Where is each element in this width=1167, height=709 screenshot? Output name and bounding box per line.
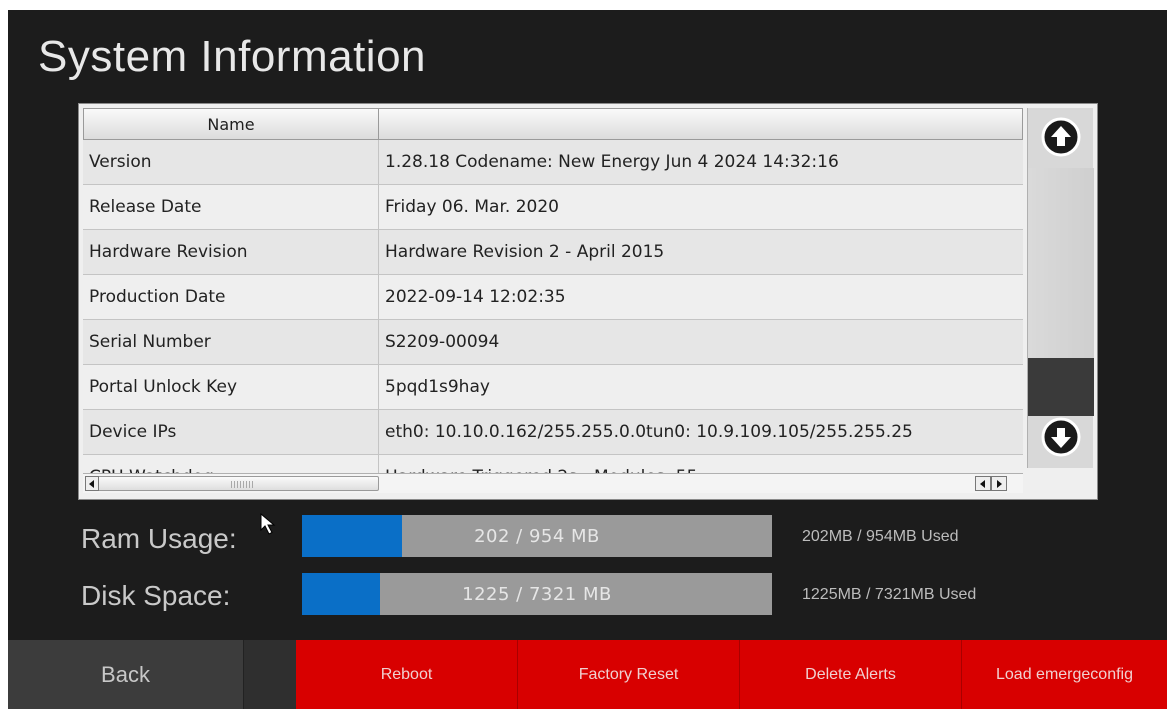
- table-row[interactable]: Production Date 2022-09-14 12:02:35: [83, 275, 1023, 320]
- scroll-left-small-button[interactable]: [975, 476, 991, 491]
- column-header-name[interactable]: Name: [83, 108, 379, 140]
- info-table-panel: Name Version 1.28.18 Codename: New Energ…: [78, 103, 1098, 500]
- triangle-left-icon: [980, 479, 985, 488]
- arrow-up-circle-icon: [1041, 117, 1081, 157]
- divider: [244, 640, 296, 709]
- vertical-scrollbar[interactable]: [1027, 108, 1094, 468]
- row-value: Friday 06. Mar. 2020: [385, 197, 559, 217]
- disk-space-text: 1225 / 7321 MB: [462, 583, 612, 605]
- horizontal-scrollbar[interactable]: [83, 473, 1023, 493]
- delete-alerts-button[interactable]: Delete Alerts: [740, 640, 962, 709]
- row-value: 1.28.18 Codename: New Energy Jun 4 2024 …: [385, 152, 839, 172]
- scroll-thumb[interactable]: [1028, 358, 1094, 416]
- system-info-screen: System Information Name Version 1.28.18 …: [8, 10, 1167, 709]
- table-row[interactable]: Device IPs eth0: 10.10.0.162/255.255.0.0…: [83, 410, 1023, 455]
- table-row[interactable]: CPU Watchdog Hardware Triggered 2s - Mod…: [83, 455, 1023, 473]
- back-button[interactable]: Back: [8, 640, 244, 709]
- scroll-down-button[interactable]: [1038, 414, 1084, 460]
- load-emergeconfig-button[interactable]: Load emergeconfig: [962, 640, 1167, 709]
- ram-usage-note: 202MB / 954MB Used: [802, 528, 959, 545]
- row-value: Hardware Revision 2 - April 2015: [385, 242, 665, 262]
- grip-icon: [231, 481, 255, 488]
- row-value: 5pqd1s9hay: [385, 377, 490, 397]
- row-name: Portal Unlock Key: [83, 365, 379, 409]
- ram-usage-bar: 202 / 954 MB: [302, 515, 772, 557]
- scroll-left-button[interactable]: [85, 476, 99, 491]
- reboot-button[interactable]: Reboot: [296, 640, 518, 709]
- row-name: Hardware Revision: [83, 230, 379, 274]
- table-row[interactable]: Hardware Revision Hardware Revision 2 - …: [83, 230, 1023, 275]
- row-name: Version: [83, 140, 379, 184]
- row-value: S2209-00094: [385, 332, 500, 352]
- table-header: Name: [83, 108, 1023, 140]
- horizontal-scroll-thumb[interactable]: [85, 476, 379, 491]
- row-name: Release Date: [83, 185, 379, 229]
- row-name: Production Date: [83, 275, 379, 319]
- table-row[interactable]: Release Date Friday 06. Mar. 2020: [83, 185, 1023, 230]
- row-name: Device IPs: [83, 410, 379, 454]
- horizontal-scroll-buttons: [975, 476, 1007, 491]
- row-value: 2022-09-14 12:02:35: [385, 287, 566, 307]
- disk-space-label: Disk Space:: [81, 580, 231, 611]
- mouse-pointer-icon: [260, 513, 276, 535]
- disk-space-note: 1225MB / 7321MB Used: [802, 586, 977, 603]
- disk-space-bar: 1225 / 7321 MB: [302, 573, 772, 615]
- table-row[interactable]: Portal Unlock Key 5pqd1s9hay: [83, 365, 1023, 410]
- factory-reset-button[interactable]: Factory Reset: [518, 640, 740, 709]
- table-row[interactable]: Serial Number S2209-00094: [83, 320, 1023, 365]
- row-value: Hardware Triggered 2s - Modules: 55: [379, 455, 1023, 473]
- column-header-value[interactable]: [379, 108, 1023, 140]
- ram-usage-text: 202 / 954 MB: [474, 525, 600, 547]
- page-title: System Information: [38, 32, 427, 81]
- row-value: eth0: 10.10.0.162/255.255.0.0tun0: 10.9.…: [385, 422, 913, 442]
- ram-usage-label: Ram Usage:: [81, 523, 237, 554]
- arrow-down-circle-icon: [1041, 417, 1081, 457]
- table-body[interactable]: Version 1.28.18 Codename: New Energy Jun…: [83, 140, 1023, 473]
- scroll-track[interactable]: [1028, 168, 1094, 358]
- triangle-right-icon: [997, 479, 1002, 488]
- table-row[interactable]: Version 1.28.18 Codename: New Energy Jun…: [83, 140, 1023, 185]
- row-name: CPU Watchdog: [83, 455, 379, 473]
- triangle-left-icon: [89, 479, 94, 488]
- bottom-action-bar: Back Reboot Factory Reset Delete Alerts …: [8, 640, 1167, 709]
- scroll-up-button[interactable]: [1038, 114, 1084, 160]
- scroll-right-small-button[interactable]: [991, 476, 1007, 491]
- row-name: Serial Number: [83, 320, 379, 364]
